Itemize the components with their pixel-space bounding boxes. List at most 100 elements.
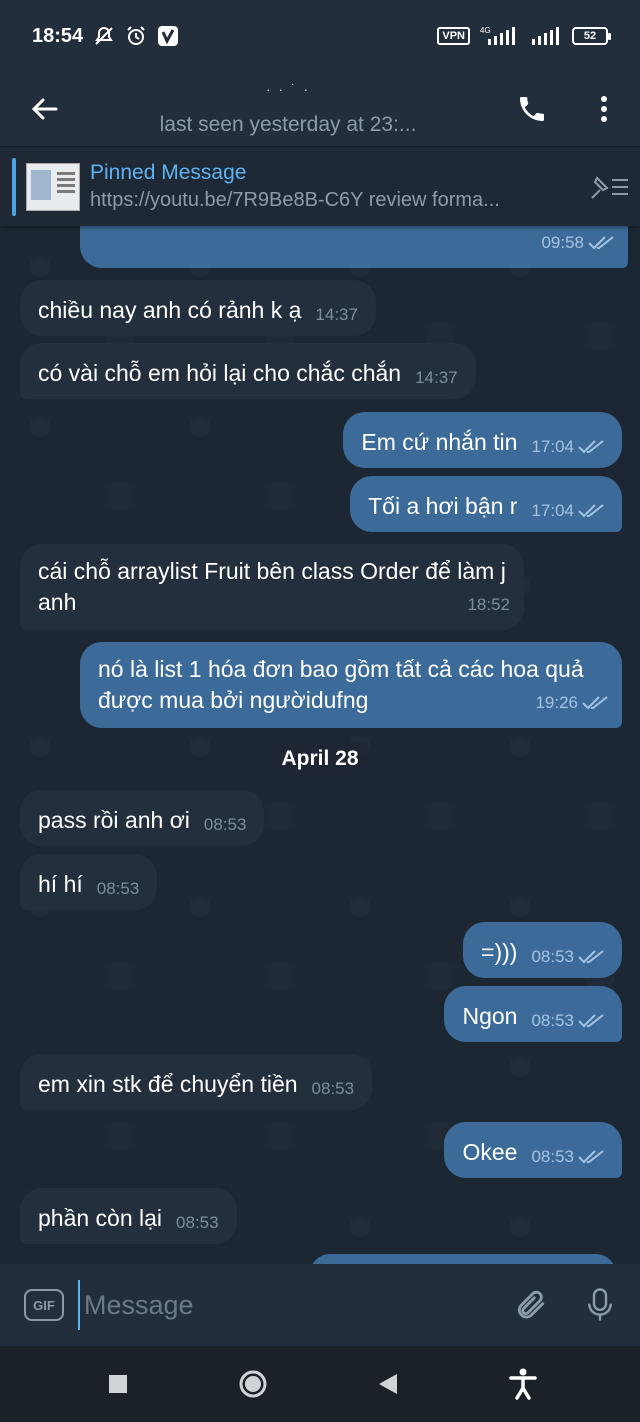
system-navigation-bar — [0, 1346, 640, 1422]
message-input-bar: GIF — [0, 1264, 640, 1346]
message-text: em xin stk để chuyển tiền — [38, 1071, 298, 1097]
message-time: 08:53 — [311, 1079, 355, 1098]
message-meta: 09:58 — [541, 227, 614, 264]
pin-list-icon — [591, 175, 628, 199]
paperclip-icon — [517, 1290, 545, 1319]
message-text: Ngon — [462, 1003, 518, 1029]
message-bubble-incoming[interactable]: pass rồi anh ơi 08:53 — [20, 790, 265, 846]
circle-icon — [239, 1370, 266, 1398]
pinned-indicator — [12, 157, 16, 216]
phone-icon — [520, 97, 544, 121]
message-text: pass rồi anh ơi — [38, 807, 190, 833]
battery-indicator: 52 — [572, 27, 611, 45]
double-check-icon — [588, 235, 614, 249]
pinned-text: https://youtu.be/7R9Be8B-C6Y review form… — [90, 189, 500, 211]
contact-name-redacted: · · ˙ · — [265, 81, 311, 97]
call-button[interactable] — [496, 72, 568, 146]
message-text: phần còn lại — [38, 1205, 163, 1231]
message-text: có vài chỗ em hỏi lại cho chắc chắn — [38, 360, 402, 386]
message-time: 19:26 — [535, 693, 578, 712]
back-arrow-icon — [31, 98, 58, 120]
message-bubble-outgoing[interactable]: Em cứ nhắn tin 17:04 — [343, 412, 622, 468]
microphone-icon — [588, 1288, 612, 1321]
message-list[interactable]: 09:58 chiều nay anh có rảnh k ạ 14:37 có… — [0, 226, 640, 1264]
last-seen-status: last seen yesterday at 23:... — [159, 113, 417, 136]
message-bubble-outgoing[interactable]: Ngon 08:53 — [444, 986, 622, 1042]
message-bubble-outgoing[interactable]: nó là list 1 hóa đơn bao gồm tất cả các … — [80, 642, 622, 728]
double-check-icon — [578, 1149, 604, 1163]
message-text: =))) — [481, 939, 518, 965]
message-time: 14:37 — [415, 368, 458, 387]
double-check-icon — [578, 439, 604, 453]
message-meta: 17:04 — [531, 431, 604, 468]
message-time: 08:53 — [531, 947, 574, 966]
app-notification-icon — [157, 25, 179, 47]
message-input[interactable] — [78, 1280, 500, 1330]
contact-info[interactable]: · · ˙ · last seen yesterday at 23:... — [90, 81, 496, 137]
back-button[interactable] — [0, 72, 90, 146]
signal-4g-icon: 4G — [480, 25, 520, 47]
message-text: Okee — [462, 1139, 518, 1165]
message-bubble-incoming[interactable]: phần còn lại 08:53 — [20, 1188, 237, 1244]
message-bubble-incoming[interactable]: hí hí 08:53 — [20, 854, 158, 910]
message-meta: 08:53 — [531, 941, 604, 978]
status-bar: 18:54 VPN 4G 52 — [0, 0, 640, 72]
message-meta: 17:04 — [531, 495, 604, 532]
message-meta: 19:26 — [535, 687, 608, 724]
signal-icon — [530, 25, 562, 47]
pinned-list-button[interactable] — [580, 172, 640, 202]
message-time: 17:04 — [531, 501, 574, 520]
date-separator: April 28 — [266, 742, 374, 776]
alarm-icon — [125, 25, 147, 47]
gif-button[interactable]: GIF — [24, 1289, 64, 1321]
message-time: 08:53 — [531, 1011, 574, 1030]
pinned-message-bar[interactable]: Pinned Message https://youtu.be/7R9Be8B-… — [0, 146, 640, 226]
message-text: Em cứ nhắn tin — [361, 429, 518, 455]
attach-button[interactable] — [500, 1275, 560, 1335]
message-time: 08:53 — [96, 879, 140, 898]
home-button[interactable] — [223, 1354, 283, 1414]
message-text: Tối a hơi bận r — [368, 493, 518, 519]
mute-notifications-icon — [93, 25, 115, 47]
status-time: 18:54 — [32, 24, 84, 47]
message-bubble-outgoing[interactable]: Tối a hơi bận r 17:04 — [350, 476, 622, 532]
recents-button[interactable] — [88, 1354, 148, 1414]
accessibility-icon — [508, 1368, 537, 1400]
message-bubble-incoming[interactable]: em xin stk để chuyển tiền 08:53 — [20, 1054, 373, 1110]
chat-header: · · ˙ · last seen yesterday at 23:... — [0, 72, 640, 146]
message-bubble-incoming[interactable]: cái chỗ arraylist Fruit bên class Order … — [20, 544, 524, 630]
message-time: 17:04 — [531, 437, 574, 456]
message-bubble-outgoing[interactable]: 09:58 — [80, 226, 628, 268]
more-options-button[interactable] — [568, 72, 640, 146]
message-bubble-outgoing[interactable] — [310, 1254, 616, 1264]
message-time: 14:37 — [315, 305, 358, 324]
message-bubble-outgoing[interactable]: Okee 08:53 — [444, 1122, 622, 1178]
double-check-icon — [578, 503, 604, 517]
pinned-thumbnail — [26, 162, 80, 211]
triangle-back-icon — [378, 1374, 397, 1394]
voice-record-button[interactable] — [570, 1275, 630, 1335]
more-vertical-icon — [601, 96, 607, 122]
pinned-title: Pinned Message — [90, 161, 247, 184]
message-meta: 08:53 — [531, 1005, 604, 1042]
message-time: 08:53 — [203, 815, 247, 834]
message-text: cái chỗ arraylist Fruit bên class Order … — [38, 558, 506, 615]
vpn-badge: VPN — [437, 27, 470, 45]
accessibility-button[interactable] — [493, 1354, 553, 1414]
message-text: hí hí — [38, 871, 83, 897]
back-nav-button[interactable] — [358, 1354, 418, 1414]
message-time: 18:52 — [467, 595, 510, 614]
message-time: 08:53 — [531, 1147, 574, 1166]
message-time: 08:53 — [176, 1213, 219, 1232]
message-bubble-outgoing[interactable]: =))) 08:53 — [463, 922, 622, 978]
message-bubble-incoming[interactable]: chiều nay anh có rảnh k ạ 14:37 — [20, 280, 376, 336]
message-bubble-incoming[interactable]: có vài chỗ em hỏi lại cho chắc chắn 14:3… — [20, 343, 476, 399]
double-check-icon — [578, 1013, 604, 1027]
message-time: 09:58 — [541, 233, 584, 252]
square-icon — [108, 1375, 127, 1393]
message-text: chiều nay anh có rảnh k ạ — [38, 297, 302, 323]
message-text: nó là list 1 hóa đơn bao gồm tất cả các … — [98, 656, 584, 713]
double-check-icon — [578, 949, 604, 963]
message-meta: 08:53 — [531, 1141, 604, 1178]
network-type-label: 4G — [480, 26, 491, 35]
